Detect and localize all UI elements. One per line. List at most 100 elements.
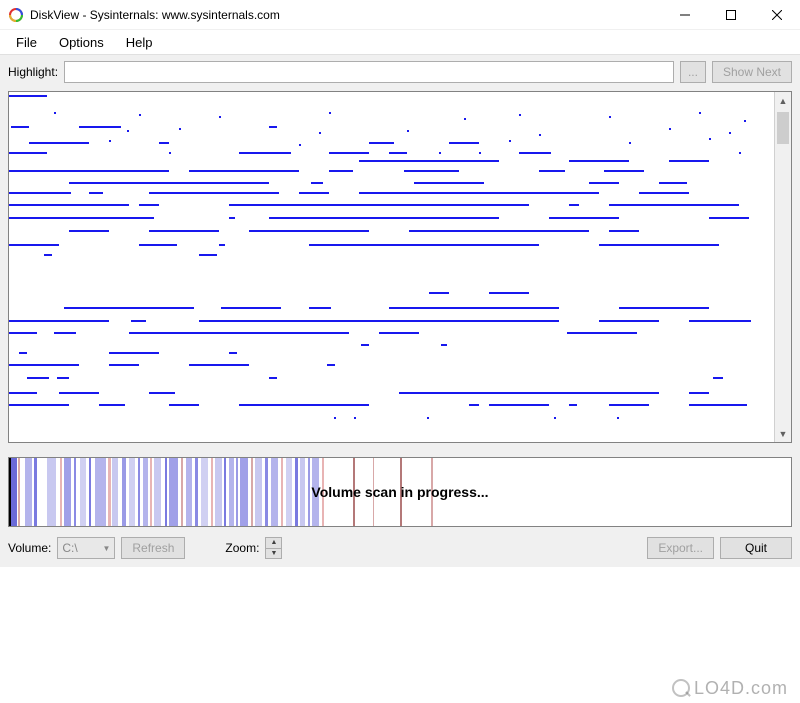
minimize-button[interactable]: [662, 0, 708, 30]
allocation-segment: [54, 332, 76, 334]
allocation-segment: [57, 377, 69, 379]
menu-file[interactable]: File: [6, 32, 47, 53]
chevron-down-icon: ▼: [102, 544, 110, 553]
allocation-segment: [311, 182, 323, 184]
browse-button[interactable]: ...: [680, 61, 706, 83]
allocation-segment: [269, 126, 277, 128]
zoom-spinner[interactable]: ▲ ▼: [265, 537, 282, 559]
allocation-dot: [554, 417, 556, 419]
zoom-label: Zoom:: [225, 541, 259, 555]
quit-button[interactable]: Quit: [720, 537, 792, 559]
allocation-dot: [427, 417, 429, 419]
allocation-segment: [369, 142, 394, 144]
allocation-segment: [159, 142, 169, 144]
vertical-scrollbar[interactable]: ▲ ▼: [774, 92, 791, 442]
allocation-segment: [64, 307, 194, 309]
allocation-segment: [567, 332, 637, 334]
watermark: LO4D.com: [672, 678, 788, 699]
show-next-button[interactable]: Show Next: [712, 61, 792, 83]
allocation-segment: [689, 320, 751, 322]
watermark-icon: [672, 679, 690, 697]
allocation-segment: [139, 244, 177, 246]
allocation-segment: [669, 160, 709, 162]
allocation-segment: [109, 364, 139, 366]
allocation-segment: [149, 392, 175, 394]
allocation-segment: [9, 95, 47, 97]
highlight-input[interactable]: [64, 61, 674, 83]
refresh-button[interactable]: Refresh: [121, 537, 185, 559]
disk-map-canvas[interactable]: [9, 92, 774, 442]
window-title: DiskView - Sysinternals: www.sysinternal…: [30, 8, 662, 22]
allocation-segment: [619, 307, 709, 309]
allocation-segment: [599, 320, 659, 322]
bottom-toolbar: Volume: C:\ ▼ Refresh Zoom: ▲ ▼ Export..…: [8, 537, 792, 559]
scroll-up-icon[interactable]: ▲: [775, 92, 791, 109]
allocation-segment: [327, 364, 335, 366]
menu-options[interactable]: Options: [49, 32, 114, 53]
allocation-segment: [689, 392, 709, 394]
overview-panel[interactable]: Volume scan in progress...: [8, 457, 792, 527]
allocation-dot: [709, 138, 711, 140]
allocation-segment: [489, 404, 549, 406]
highlight-row: Highlight: ... Show Next: [8, 61, 792, 83]
allocation-segment: [189, 364, 249, 366]
allocation-dot: [699, 112, 701, 114]
allocation-segment: [414, 182, 484, 184]
volume-select[interactable]: C:\ ▼: [57, 537, 115, 559]
scroll-thumb[interactable]: [777, 112, 789, 144]
allocation-dot: [479, 152, 481, 154]
allocation-segment: [11, 126, 29, 128]
allocation-segment: [59, 392, 99, 394]
allocation-segment: [609, 404, 649, 406]
allocation-segment: [249, 230, 369, 232]
allocation-segment: [449, 142, 479, 144]
allocation-segment: [9, 392, 37, 394]
allocation-dot: [169, 152, 171, 154]
allocation-segment: [89, 192, 103, 194]
allocation-segment: [269, 217, 499, 219]
title-bar: DiskView - Sysinternals: www.sysinternal…: [0, 0, 800, 30]
allocation-segment: [689, 404, 747, 406]
allocation-segment: [379, 332, 419, 334]
allocation-segment: [639, 192, 689, 194]
zoom-down-icon[interactable]: ▼: [266, 549, 281, 559]
allocation-segment: [609, 230, 639, 232]
allocation-dot: [439, 152, 441, 154]
allocation-segment: [549, 217, 619, 219]
allocation-dot: [354, 417, 356, 419]
menu-help[interactable]: Help: [116, 32, 163, 53]
allocation-segment: [659, 182, 687, 184]
allocation-segment: [9, 170, 169, 172]
highlight-label: Highlight:: [8, 65, 58, 79]
allocation-segment: [713, 377, 723, 379]
allocation-segment: [9, 332, 37, 334]
allocation-segment: [9, 217, 154, 219]
allocation-segment: [9, 244, 59, 246]
allocation-segment: [199, 254, 217, 256]
allocation-segment: [359, 192, 599, 194]
allocation-segment: [604, 170, 644, 172]
allocation-segment: [404, 170, 459, 172]
allocation-segment: [239, 404, 369, 406]
allocation-dot: [179, 128, 181, 130]
client-area: Highlight: ... Show Next ▲ ▼ Volume scan…: [0, 54, 800, 567]
allocation-segment: [299, 192, 329, 194]
allocation-dot: [669, 128, 671, 130]
allocation-segment: [469, 404, 479, 406]
allocation-dot: [629, 142, 631, 144]
allocation-segment: [309, 307, 331, 309]
allocation-segment: [221, 307, 281, 309]
scroll-down-icon[interactable]: ▼: [775, 425, 791, 442]
zoom-up-icon[interactable]: ▲: [266, 538, 281, 549]
allocation-dot: [127, 130, 129, 132]
allocation-segment: [69, 182, 269, 184]
allocation-dot: [617, 417, 619, 419]
allocation-dot: [334, 417, 336, 419]
close-button[interactable]: [754, 0, 800, 30]
allocation-segment: [589, 182, 619, 184]
allocation-segment: [131, 320, 146, 322]
volume-label: Volume:: [8, 541, 51, 555]
allocation-segment: [44, 254, 52, 256]
maximize-button[interactable]: [708, 0, 754, 30]
export-button[interactable]: Export...: [647, 537, 714, 559]
